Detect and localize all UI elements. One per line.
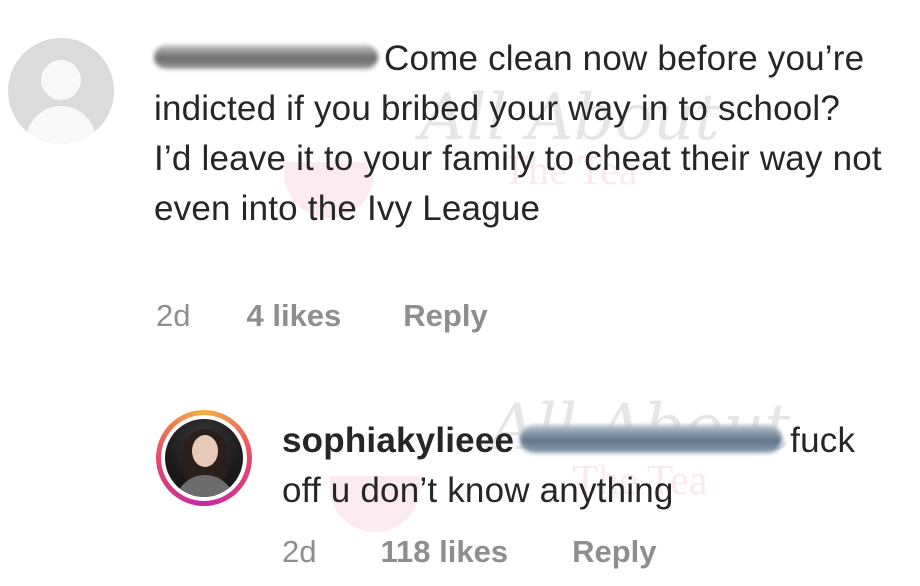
redacted-username — [154, 44, 378, 69]
profile-photo — [165, 419, 243, 497]
reply-comment: sophiakylieee fuck off u don’t know anyth… — [0, 380, 920, 586]
avatar-body-shape — [26, 106, 96, 144]
comment-timestamp: 2d — [156, 298, 191, 333]
avatar-head-shape — [41, 60, 81, 100]
username-link[interactable]: sophiakylieee — [282, 421, 514, 460]
reply-comment-body: sophiakylieee fuck off u don’t know anyth… — [282, 416, 902, 516]
likes-count-link[interactable]: 4 likes — [246, 298, 341, 334]
reply-likes-count-link[interactable]: 118 likes — [380, 534, 508, 570]
avatar[interactable] — [156, 410, 252, 506]
default-avatar-icon[interactable] — [8, 38, 114, 144]
comment: Come clean now before you’re indicted if… — [0, 0, 920, 360]
reply-comment-meta: 2d 118 likes Reply — [282, 534, 656, 570]
photo-shoulders-shape — [175, 475, 235, 497]
reply-timestamp: 2d — [282, 534, 317, 569]
comment-body: Come clean now before you’re indicted if… — [154, 34, 884, 234]
redacted-mention — [520, 424, 783, 453]
reply-button[interactable]: Reply — [572, 534, 656, 570]
photo-face-shape — [192, 435, 218, 467]
comment-meta: 2d 4 likes Reply — [156, 298, 488, 334]
reply-button[interactable]: Reply — [403, 298, 487, 334]
